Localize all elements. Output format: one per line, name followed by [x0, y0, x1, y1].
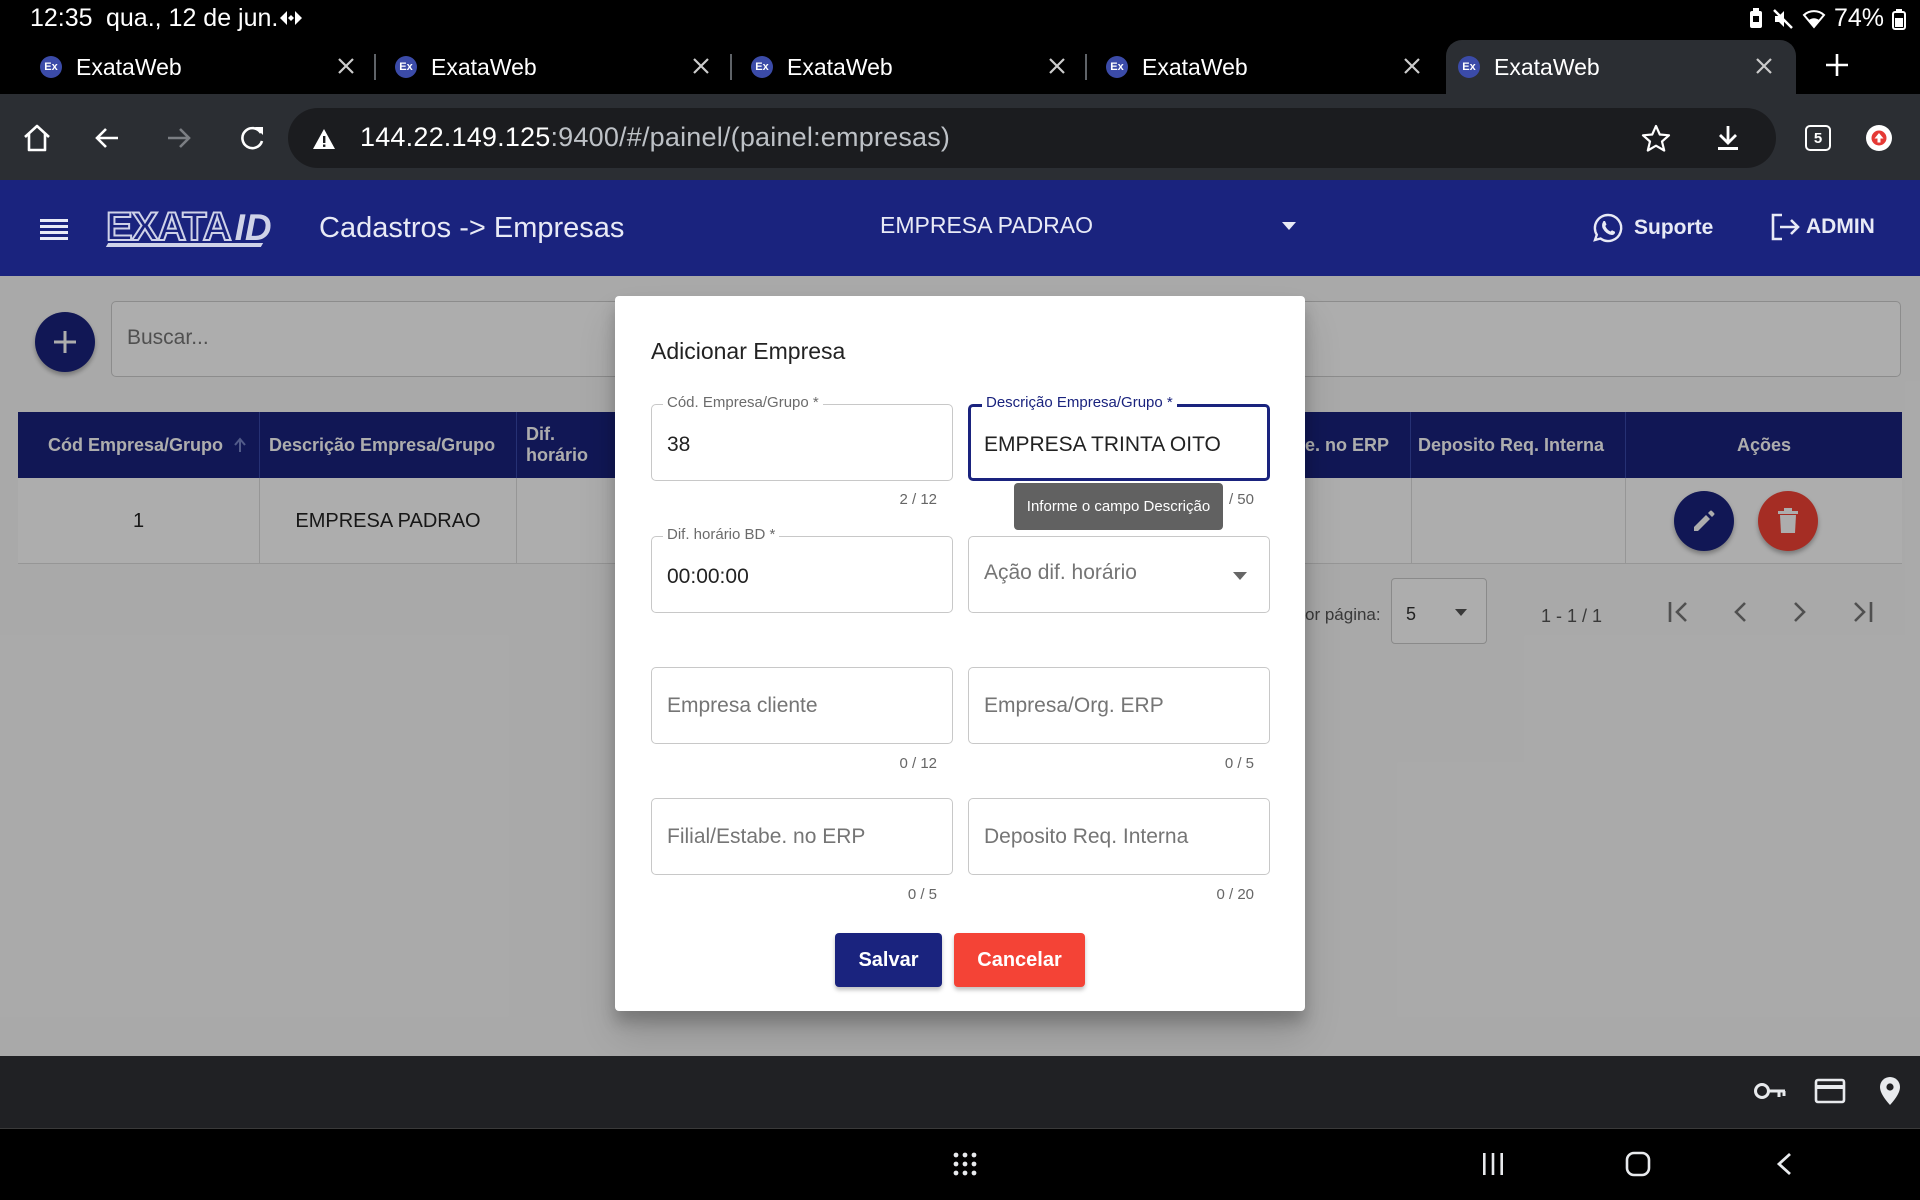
empresa-org-erp-placeholder: Empresa/Org. ERP [984, 694, 1164, 717]
codigo-hint: 2 / 12 [899, 491, 937, 508]
company-select-value: EMPRESA PADRAO [880, 212, 1094, 238]
close-tab-icon[interactable] [336, 56, 356, 76]
rotate-icon [278, 7, 304, 29]
dif-horario-field[interactable]: Dif. horário BD * 00:00:00 [651, 526, 953, 613]
codigo-value: 38 [667, 433, 691, 456]
battery-percent: 74% [1833, 4, 1884, 32]
tab-title: ExataWeb [787, 53, 893, 80]
recent-apps-icon[interactable] [1481, 1152, 1505, 1176]
deposito-hint: 0 / 20 [1216, 886, 1254, 903]
close-tab-icon[interactable] [691, 56, 711, 76]
status-bar: 12:35 qua., 12 de jun. 74% [0, 0, 1920, 36]
browser-tab[interactable]: Ex ExataWeb [739, 40, 1089, 94]
not-secure-warning-icon[interactable] [312, 128, 336, 150]
tab-strip: Ex ExataWeb Ex ExataWeb Ex ExataWeb Ex E… [0, 36, 1920, 94]
empresa-cliente-field[interactable]: Empresa cliente [651, 667, 953, 744]
company-select[interactable]: EMPRESA PADRAO [880, 212, 1300, 242]
codigo-label: Cód. Empresa/Grupo * [663, 394, 823, 411]
reload-icon[interactable] [238, 124, 266, 152]
validation-tooltip: Informe o campo Descrição [1014, 483, 1223, 530]
tab-title: ExataWeb [76, 53, 182, 80]
logo-text-right: ID [234, 207, 272, 248]
new-tab-icon[interactable] [1824, 52, 1850, 78]
card-icon[interactable] [1814, 1078, 1846, 1104]
support-label: Suporte [1634, 216, 1714, 239]
browser-tab[interactable]: Ex ExataWeb [1094, 40, 1444, 94]
favicon-icon: Ex [40, 56, 62, 78]
empresa-cliente-placeholder: Empresa cliente [667, 694, 818, 717]
profile-update-icon[interactable] [1866, 125, 1892, 151]
browser-tab[interactable]: Ex ExataWeb [28, 40, 378, 94]
descricao-value: EMPRESA TRINTA OITO [984, 433, 1221, 456]
key-icon[interactable] [1753, 1080, 1787, 1102]
filial-placeholder: Filial/Estabe. no ERP [667, 825, 866, 848]
bottom-app-bar [0, 1056, 1920, 1128]
favicon-icon: Ex [1106, 56, 1128, 78]
bookmark-star-icon[interactable] [1641, 124, 1671, 152]
home-nav-icon[interactable] [1625, 1151, 1651, 1177]
descricao-label: Descrição Empresa/Grupo * [982, 394, 1177, 411]
empresa-org-erp-field[interactable]: Empresa/Org. ERP [968, 667, 1270, 744]
filial-field[interactable]: Filial/Estabe. no ERP [651, 798, 953, 875]
empresa-cliente-hint: 0 / 12 [899, 755, 937, 772]
empresa-org-erp-hint: 0 / 5 [1224, 755, 1254, 772]
close-tab-icon[interactable] [1402, 56, 1422, 76]
url-text[interactable]: 144.22.149.125:9400/#/painel/(painel:emp… [360, 122, 950, 153]
back-nav-icon[interactable] [1775, 1152, 1793, 1176]
tab-title: ExataWeb [431, 53, 537, 80]
whatsapp-icon [1593, 213, 1623, 243]
status-time: 12:35 [30, 4, 93, 32]
deposito-field[interactable]: Deposito Req. Interna [968, 798, 1270, 875]
location-pin-icon[interactable] [1879, 1076, 1901, 1106]
home-icon[interactable] [22, 124, 52, 152]
favicon-icon: Ex [1458, 56, 1480, 78]
status-date: qua., 12 de jun. [106, 4, 279, 32]
filial-hint: 0 / 5 [907, 886, 937, 903]
tab-switcher-button[interactable]: 5 [1805, 125, 1831, 151]
battery-icon [1892, 8, 1906, 30]
battery-saver-icon [1749, 7, 1762, 28]
system-icons: 74% [1748, 4, 1906, 33]
user-label: ADMIN [1806, 215, 1875, 238]
browser-tab[interactable]: Ex ExataWeb [383, 40, 733, 94]
descricao-field[interactable]: Descrição Empresa/Grupo * EMPRESA TRINTA… [968, 394, 1270, 481]
page-title: Cadastros -> Empresas [319, 212, 625, 244]
app-logo[interactable]: EXATA ID [105, 202, 272, 249]
mute-icon [1773, 8, 1793, 29]
dif-horario-label: Dif. horário BD * [663, 526, 780, 543]
tab-title: ExataWeb [1142, 53, 1248, 80]
browser-tab-active[interactable]: Ex ExataWeb [1446, 40, 1796, 94]
url-host: 144.22.149.125 [360, 122, 551, 152]
close-tab-icon[interactable] [1754, 56, 1774, 76]
dif-horario-value: 00:00:00 [667, 565, 749, 588]
acao-dif-horario-placeholder: Ação dif. horário [984, 561, 1137, 584]
logo-text-left: EXATA [105, 205, 233, 249]
url-path: :9400/#/painel/(painel:empresas) [550, 122, 951, 152]
favicon-icon: Ex [395, 56, 417, 78]
favicon-icon: Ex [751, 56, 773, 78]
app-drawer-icon[interactable] [952, 1151, 978, 1177]
support-link[interactable]: Suporte [1592, 212, 1713, 244]
tab-count: 5 [1813, 129, 1823, 147]
chevron-down-icon [1233, 572, 1247, 580]
dialog-title: Adicionar Empresa [651, 338, 846, 364]
back-icon[interactable] [94, 125, 120, 151]
wifi-icon [1802, 9, 1826, 29]
chevron-down-icon [1282, 222, 1296, 230]
close-tab-icon[interactable] [1047, 56, 1067, 76]
logo-underline [105, 243, 264, 247]
menu-icon[interactable] [40, 218, 68, 240]
download-icon[interactable] [1715, 124, 1741, 152]
save-button[interactable]: Salvar [835, 933, 942, 987]
deposito-placeholder: Deposito Req. Interna [984, 825, 1189, 848]
forward-icon[interactable] [166, 125, 192, 151]
acao-dif-horario-select[interactable]: Ação dif. horário [968, 536, 1270, 613]
user-logout-button[interactable]: ADMIN [1770, 212, 1875, 242]
tab-title: ExataWeb [1494, 53, 1600, 80]
codigo-field[interactable]: Cód. Empresa/Grupo * 38 [651, 394, 953, 481]
cancel-button[interactable]: Cancelar [954, 933, 1085, 987]
logout-icon [1771, 213, 1800, 241]
